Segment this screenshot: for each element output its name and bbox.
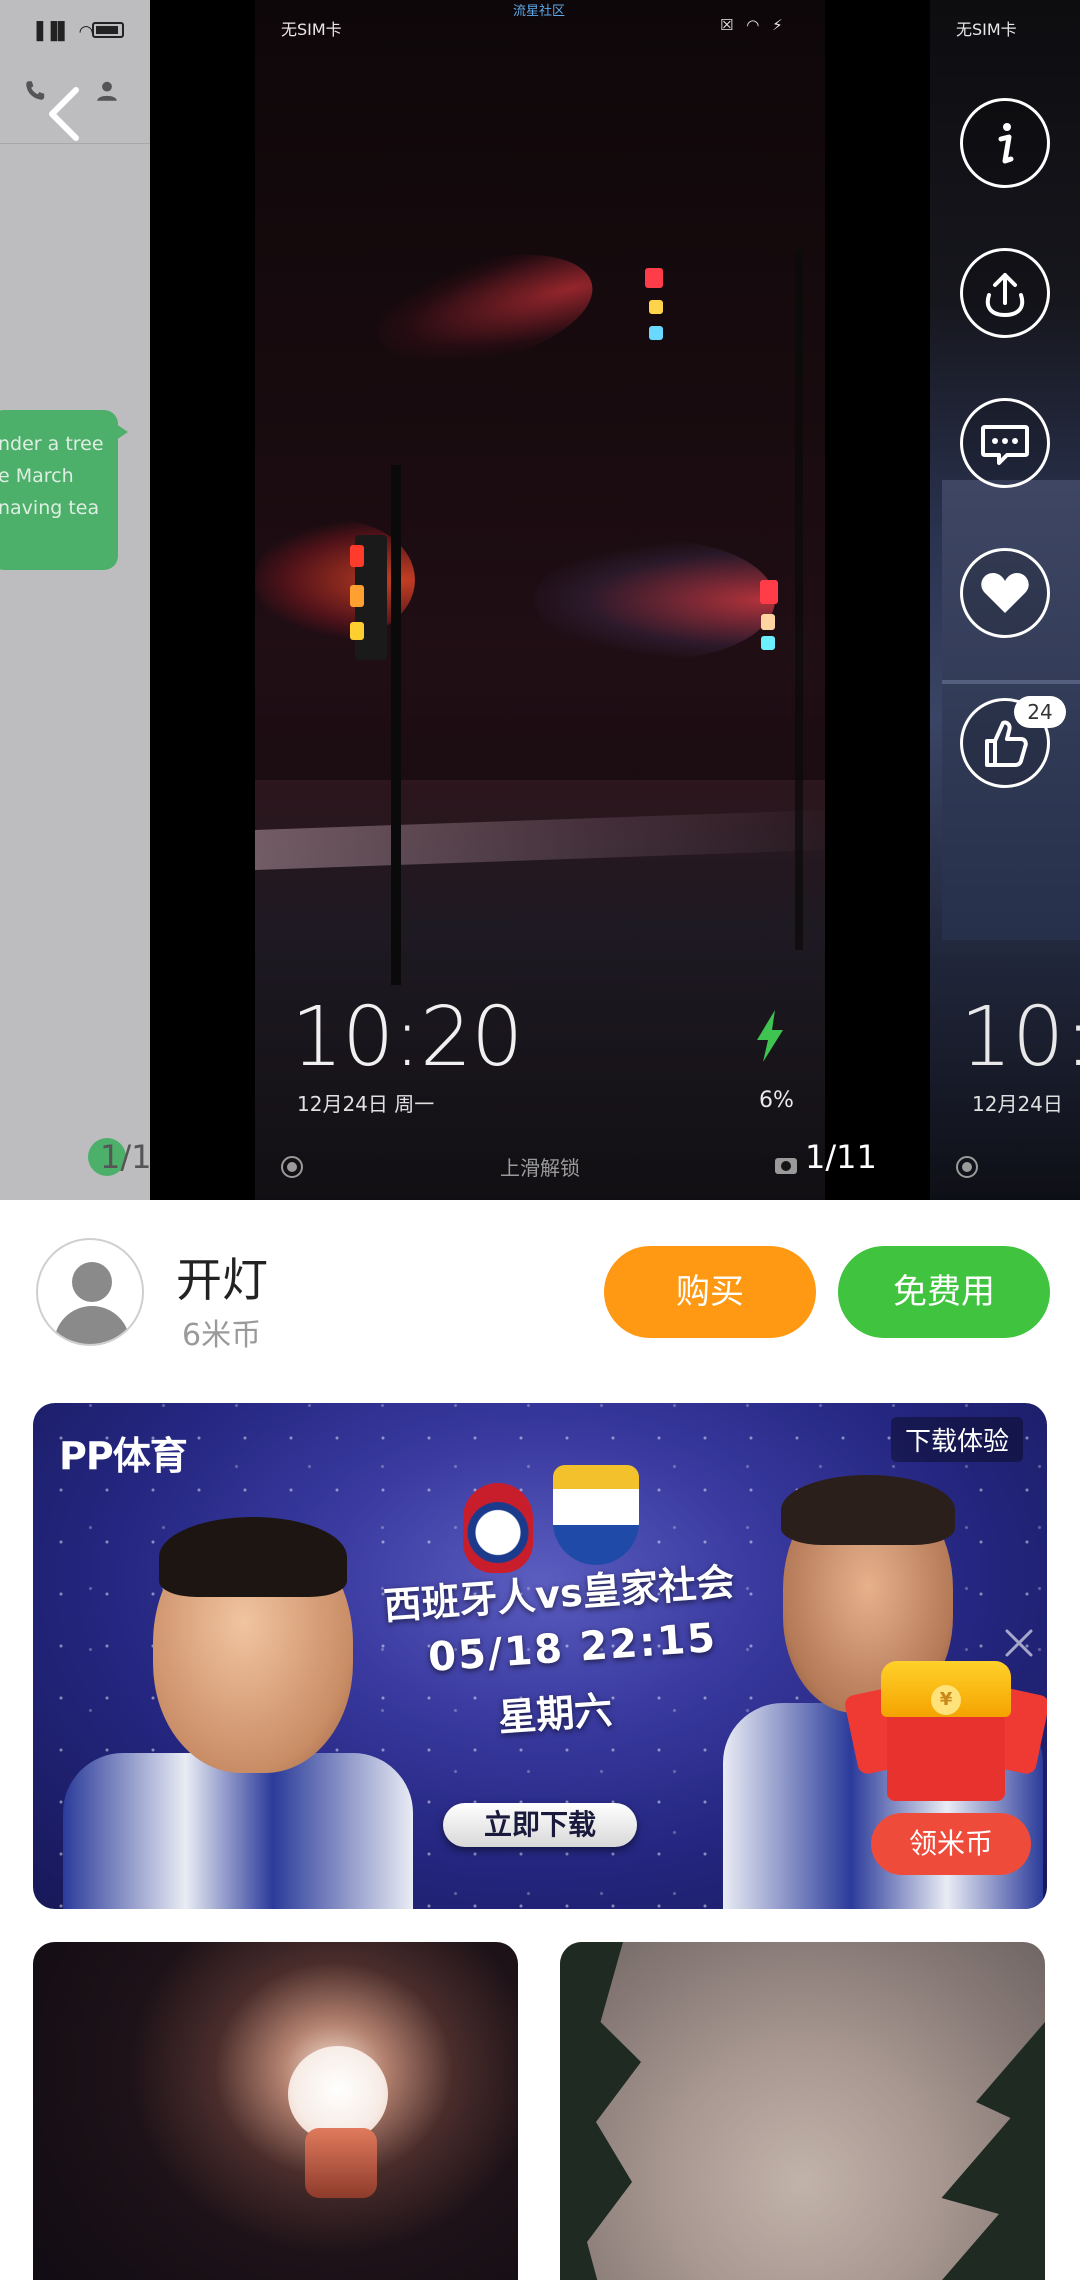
traffic-light-glow xyxy=(535,540,775,660)
comment-button[interactable] xyxy=(960,398,1050,488)
chat-bubble: nder a tree e March naving tea xyxy=(0,410,128,570)
recommended-theme-thumbnail[interactable] xyxy=(33,1942,518,2280)
lockscreen-date: 12月24日 xyxy=(972,1092,1063,1116)
traffic-light-lamp xyxy=(350,545,364,567)
battery-icon xyxy=(92,22,124,38)
free-use-button[interactable]: 免费用 xyxy=(838,1246,1050,1338)
traffic-pole xyxy=(391,465,401,985)
previous-preview-card[interactable]: ▐▐▌ ◠ nder a tree e March naving tea 1/1… xyxy=(0,0,150,1200)
contact-icon xyxy=(94,78,120,111)
coin-icon: ¥ xyxy=(931,1685,961,1715)
chat-bubble-line: nder a tree xyxy=(0,433,104,455)
chat-bubble-line: e March xyxy=(0,465,74,487)
traffic-light-lamp xyxy=(760,580,778,604)
traffic-light-lamp xyxy=(350,622,364,640)
share-button[interactable] xyxy=(960,248,1050,338)
ad-match-weekday: 星期六 xyxy=(496,1688,614,1740)
lockscreen-time: 10:2 xyxy=(960,990,1080,1085)
close-icon xyxy=(1005,1629,1033,1657)
road-marking xyxy=(255,810,825,870)
recommended-theme-thumbnail[interactable] xyxy=(560,1942,1045,2280)
comment-icon xyxy=(981,425,1029,465)
traffic-light-lamp xyxy=(649,300,663,314)
claim-coins-button[interactable]: 领米币 xyxy=(871,1813,1031,1875)
charging-bolt-icon xyxy=(757,1010,783,1062)
lockscreen-date: 12月24日 周一 xyxy=(297,1092,435,1116)
prev-page-counter: 1/11 xyxy=(100,1138,150,1176)
lockscreen-time: 10:20 xyxy=(291,990,523,1085)
avatar-body xyxy=(54,1306,130,1344)
preview-carousel[interactable]: ▐▐▌ ◠ nder a tree e March naving tea 1/1… xyxy=(0,0,1080,1200)
signal-wifi-icon: ▐▐▌ ◠ xyxy=(30,22,95,42)
avatar-head xyxy=(72,1262,112,1302)
source-tag: 流星社区 xyxy=(513,4,566,19)
carrier-label: 无SIM卡 xyxy=(281,20,342,39)
traffic-light-glow xyxy=(366,234,604,386)
prev-status-bar: ▐▐▌ ◠ xyxy=(0,0,150,56)
traffic-light-lamp xyxy=(761,636,775,650)
buy-button[interactable]: 购买 xyxy=(604,1246,816,1338)
traffic-light-lamp xyxy=(649,326,663,340)
main-preview-card[interactable]: 无SIM卡 ☒ ◠ ⚡ 10:20 12月24日 周一 6% 上滑解锁 xyxy=(255,0,825,1200)
back-button[interactable] xyxy=(40,84,90,144)
heart-icon xyxy=(981,573,1029,613)
traffic-pole xyxy=(795,250,803,950)
traffic-light-lamp xyxy=(761,614,775,630)
tree-silhouette xyxy=(560,1942,641,2280)
info-button[interactable] xyxy=(960,98,1050,188)
carrier-label: 无SIM卡 xyxy=(956,20,1017,39)
espanyol-crest-icon xyxy=(463,1483,533,1573)
ad-banner[interactable]: PP体育 下载体验 西班牙人vs皇家社会 05/18 22:15 星期六 立即下… xyxy=(33,1403,1047,1909)
theme-detail-screen: ▐▐▌ ◠ nder a tree e March naving tea 1/1… xyxy=(0,0,1080,2280)
ad-brand-logo: PP体育 xyxy=(59,1434,188,1478)
lamp-base-image xyxy=(305,2128,377,2198)
favorite-button[interactable] xyxy=(960,548,1050,638)
chevron-left-icon xyxy=(49,87,79,141)
author-avatar[interactable] xyxy=(36,1238,144,1346)
player-left-image xyxy=(63,1517,413,1909)
ad-download-tag[interactable]: 下载体验 xyxy=(891,1417,1024,1462)
camera-icon xyxy=(775,1158,797,1174)
share-icon xyxy=(985,273,1025,318)
page-counter: 1/11 xyxy=(805,1138,877,1176)
like-count-badge: 24 xyxy=(1014,696,1066,728)
chat-bubble-line: naving tea xyxy=(0,497,100,519)
theme-price: 6米币 xyxy=(182,1318,262,1353)
ad-close-button[interactable] xyxy=(1001,1625,1037,1661)
info-icon xyxy=(998,123,1014,164)
record-icon xyxy=(956,1156,978,1178)
real-sociedad-crest-icon xyxy=(553,1465,639,1565)
status-icons: ☒ ◠ ⚡ xyxy=(720,16,787,34)
swipe-unlock-hint: 上滑解锁 xyxy=(500,1156,580,1180)
theme-title: 开灯 xyxy=(176,1253,268,1307)
red-envelope-icon[interactable]: ¥ xyxy=(843,1661,1047,1801)
traffic-light-lamp xyxy=(350,585,364,607)
traffic-light-lamp xyxy=(645,268,663,288)
battery-percent: 6% xyxy=(759,1088,794,1113)
ad-download-button[interactable]: 立即下载 xyxy=(443,1803,637,1847)
tree-silhouette xyxy=(930,2022,1045,2280)
